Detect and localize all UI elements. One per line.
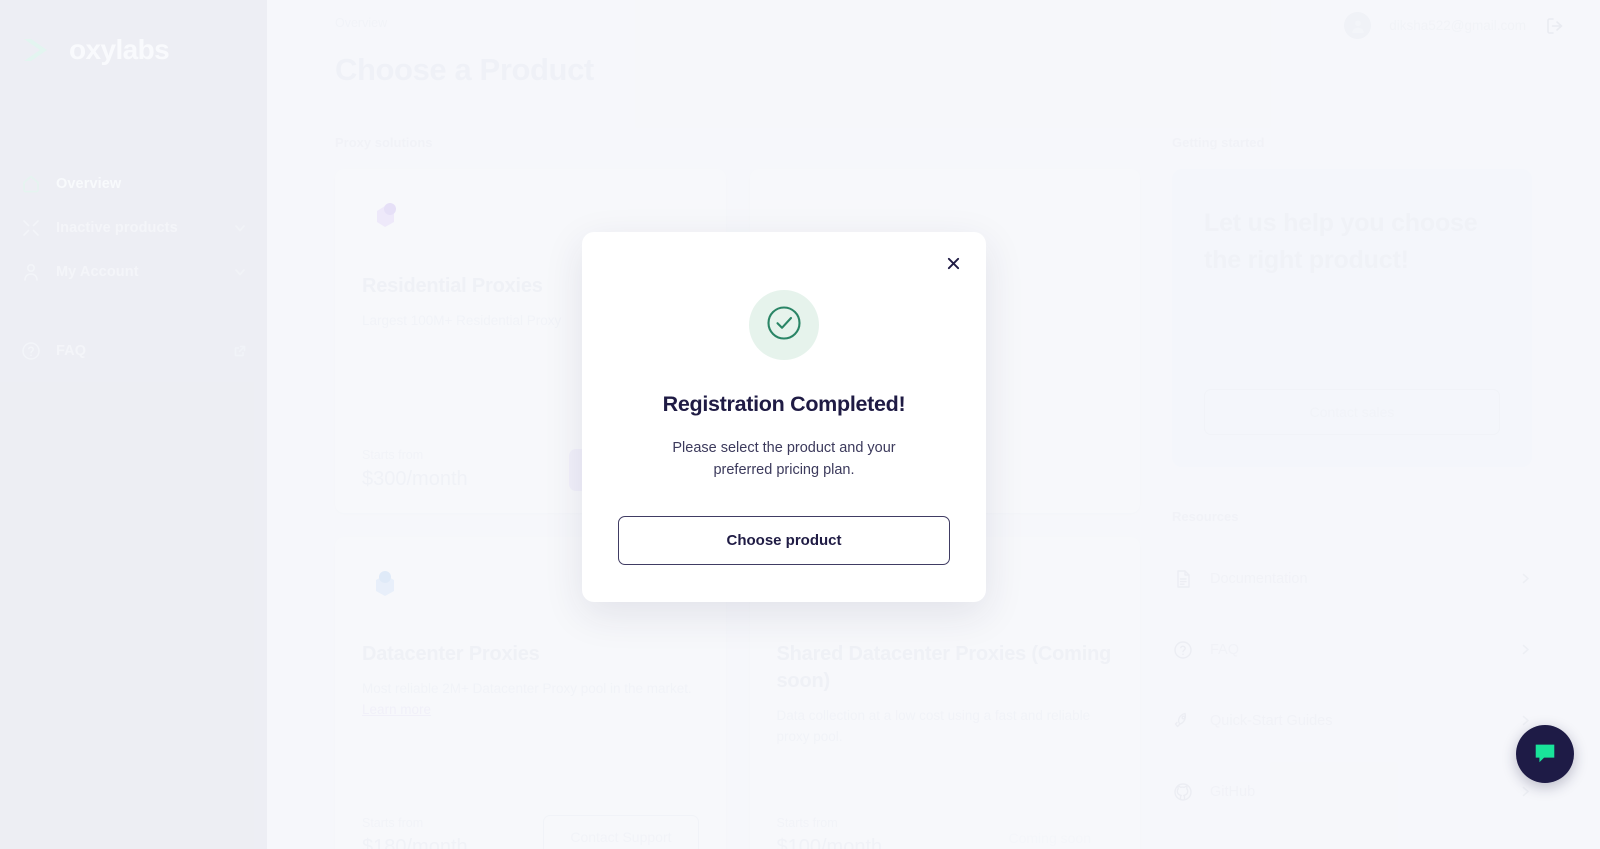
chat-bubble-icon — [1532, 740, 1558, 769]
modal-subtitle: Please select the product and your prefe… — [672, 440, 896, 479]
check-circle-icon — [762, 301, 806, 350]
status-icon-wrapper — [749, 290, 819, 360]
chat-widget-button[interactable] — [1516, 725, 1574, 783]
choose-product-button[interactable]: Choose product — [618, 515, 950, 565]
app-root: oxylabs Overview Inactive produc — [0, 0, 1600, 849]
close-icon[interactable] — [938, 248, 968, 278]
modal-title: Registration Completed! — [662, 392, 906, 416]
registration-completed-modal: Registration Completed! Please select th… — [582, 232, 986, 602]
